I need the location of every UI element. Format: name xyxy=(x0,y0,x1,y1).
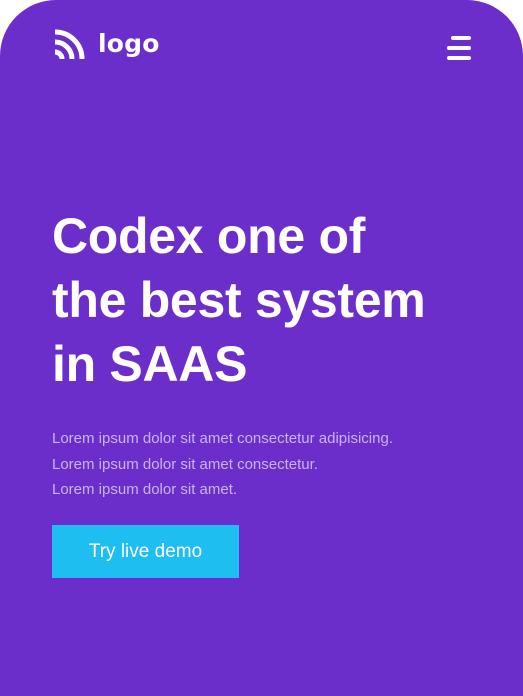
logo-link[interactable]: logo xyxy=(52,26,160,62)
rss-arcs-icon xyxy=(54,29,85,60)
hero-title-line: the best system xyxy=(52,272,426,328)
menu-line xyxy=(451,36,471,40)
header: logo xyxy=(52,26,471,62)
hero-description: Lorem ipsum dolor sit amet consectetur a… xyxy=(52,426,492,503)
hero-page: logo Codex one of the best system in SAA… xyxy=(0,0,523,696)
hero-title: Codex one of the best system in SAAS xyxy=(52,204,492,396)
hero-title-line: Codex one of xyxy=(52,208,366,264)
hero-description-line: Lorem ipsum dolor sit amet consectetur. xyxy=(52,455,318,473)
menu-line xyxy=(447,46,471,50)
hero-description-line: Lorem ipsum dolor sit amet consectetur a… xyxy=(52,430,393,447)
menu-line xyxy=(447,56,471,60)
hero-title-line: in SAAS xyxy=(52,336,248,392)
hamburger-menu-icon[interactable] xyxy=(445,36,471,60)
logo-text: logo xyxy=(98,28,160,58)
try-live-demo-button[interactable]: Try live demo xyxy=(52,525,239,578)
hero-description-line: Lorem ipsum dolor sit amet. xyxy=(52,481,238,498)
